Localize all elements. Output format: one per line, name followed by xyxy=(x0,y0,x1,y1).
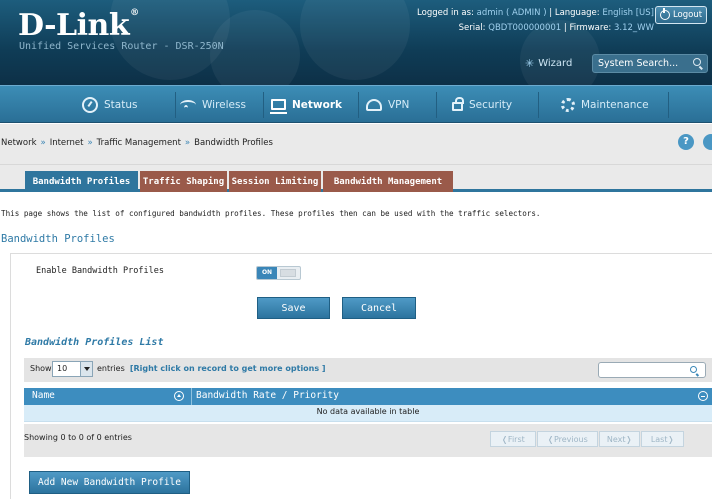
header-bar: D-Link® Unified Services Router - DSR-25… xyxy=(0,0,712,85)
page-description: This page shows the list of configured b… xyxy=(1,209,541,218)
info-icon[interactable] xyxy=(703,134,712,150)
help-icon[interactable]: ? xyxy=(678,134,694,150)
list-title: Bandwidth Profiles List xyxy=(25,337,164,348)
chevron-down-icon xyxy=(80,362,92,376)
main-nav: Status Wireless Network VPN Security Mai… xyxy=(0,85,712,123)
column-name[interactable]: Name xyxy=(32,390,55,401)
sort-icon[interactable] xyxy=(174,391,184,401)
table-footer: Showing 0 to 0 of 0 entries ❬ First ❬ Pr… xyxy=(24,424,712,457)
context-hint: [Right click on record to get more optio… xyxy=(129,364,326,373)
showing-count: Showing 0 to 0 of 0 entries xyxy=(24,433,132,442)
enable-label: Enable Bandwidth Profiles xyxy=(36,266,164,276)
tab-traffic-shaping[interactable]: Traffic Shaping xyxy=(140,171,227,192)
device-info: Serial: QBDT000000001 | Firmware: 3.12_W… xyxy=(458,23,654,33)
nav-network[interactable]: Network xyxy=(270,86,342,123)
nav-status[interactable]: Status xyxy=(82,86,137,123)
tab-session-limiting[interactable]: Session Limiting xyxy=(229,171,321,192)
monitor-icon xyxy=(270,99,287,114)
table-toolbar: Show 10 entries [Right click on record t… xyxy=(24,358,712,382)
dlink-logo: D-Link® xyxy=(18,8,139,43)
router-model: Unified Services Router - DSR-250N xyxy=(19,41,224,52)
nav-vpn[interactable]: VPN xyxy=(366,86,409,123)
tab-bandwidth-management[interactable]: Bandwidth Management xyxy=(323,171,453,192)
wifi-icon xyxy=(180,99,196,110)
table-search-input[interactable] xyxy=(598,362,706,378)
cancel-button[interactable]: Cancel xyxy=(342,297,416,319)
dashboard-icon xyxy=(82,96,98,113)
empty-message: No data available in table xyxy=(316,407,420,416)
page-size-select[interactable]: 10 xyxy=(52,361,93,377)
sort-icon[interactable] xyxy=(698,391,708,401)
wizard-link[interactable]: ✳ Wizard xyxy=(525,57,572,70)
login-info: Logged in as: admin ( ADMIN ) | Language… xyxy=(417,8,654,18)
add-profile-button[interactable]: Add New Bandwidth Profile xyxy=(29,471,190,494)
nav-security[interactable]: Security xyxy=(452,86,512,123)
show-label: Show xyxy=(30,364,52,373)
save-button[interactable]: Save xyxy=(257,297,330,319)
logout-button[interactable]: Logout xyxy=(655,6,707,24)
tab-bandwidth-profiles[interactable]: Bandwidth Profiles xyxy=(25,171,138,192)
pager-next[interactable]: Next ❭ xyxy=(599,431,640,447)
search-icon xyxy=(693,58,701,66)
tab-bar: Bandwidth Profiles Traffic Shaping Sessi… xyxy=(0,165,712,192)
breadcrumb-bar: Network» Internet» Traffic Management» Band… xyxy=(0,124,712,165)
breadcrumb-network[interactable]: Network xyxy=(1,138,37,148)
pager-previous[interactable]: ❬ Previous xyxy=(537,431,598,447)
entries-label: entries [Right click on record to get mo… xyxy=(97,364,326,373)
breadcrumb: Network» Internet» Traffic Management» Band… xyxy=(1,138,273,148)
search-icon xyxy=(690,366,697,373)
gears-icon xyxy=(561,97,575,112)
nav-wireless[interactable]: Wireless xyxy=(180,86,246,123)
breadcrumb-traffic-management[interactable]: Traffic Management xyxy=(97,138,181,148)
power-icon xyxy=(659,8,670,20)
pager-first[interactable]: ❬ First xyxy=(490,431,536,447)
column-rate-priority[interactable]: Bandwidth Rate / Priority xyxy=(196,390,339,401)
lock-icon xyxy=(452,97,464,111)
toggle-knob xyxy=(280,269,296,277)
language-link[interactable]: English [US] xyxy=(602,8,654,18)
cloud-icon xyxy=(366,98,382,111)
enable-toggle[interactable]: ON xyxy=(256,266,301,280)
toggle-on-label: ON xyxy=(257,267,277,279)
table-header: Name Bandwidth Rate / Priority xyxy=(24,388,712,405)
section-title: Bandwidth Profiles xyxy=(1,233,115,245)
system-search-input[interactable]: System Search... xyxy=(592,54,708,73)
breadcrumb-bandwidth-profiles: Bandwidth Profiles xyxy=(194,138,273,148)
wand-icon: ✳ xyxy=(525,57,535,70)
table-row: No data available in table xyxy=(24,405,712,422)
breadcrumb-internet[interactable]: Internet xyxy=(50,138,84,148)
pager-last[interactable]: Last ❭ xyxy=(641,431,684,447)
nav-maintenance[interactable]: Maintenance xyxy=(561,86,649,123)
